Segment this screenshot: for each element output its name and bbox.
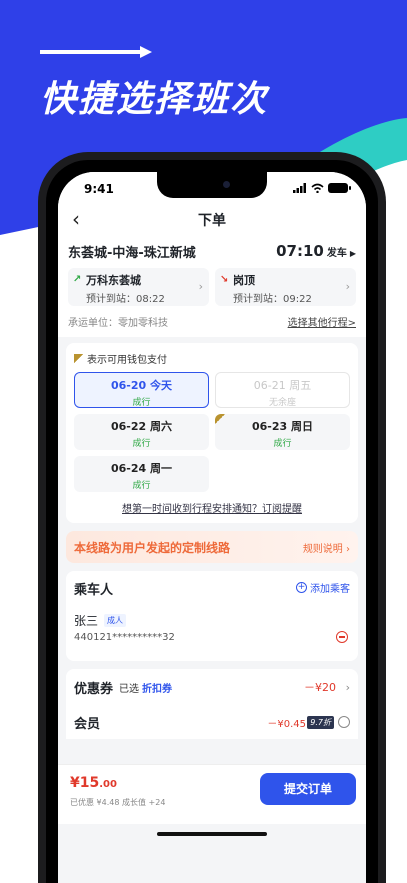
coupon-row[interactable]: 优惠券 已选 折扣券 －¥20 › [66,669,358,705]
date-label: 06-23 周日 [251,420,313,433]
date-option: 06-21 周五 无余座 [215,372,350,408]
wifi-icon [311,183,324,193]
status-icons [293,183,351,193]
date-option[interactable]: 06-22 周六 成行 [74,414,209,450]
alighting-eta: 预计到站：09:22 [233,294,312,305]
order-bar: ¥15.00 已优惠 ¥4.48 成长值 +24 提交订单 [58,764,366,824]
total-main: ¥15 [70,775,100,791]
phone-frame: 9:41 ‹ 下单 东荟城-中海-珠江新城 07:10 发车 ▶ ↗ 万科东荟城… [38,152,386,883]
arrow-up-right-icon: ↗ [73,274,82,285]
arrow-down-right-icon: ↘ [220,274,229,285]
boarding-eta: 预计到站：08:22 [86,294,165,305]
coupon-name: 折扣券 [142,683,173,695]
member-discount: －¥0.45 [267,718,306,730]
other-trips-link[interactable]: 选择其他行程> [288,314,356,329]
depart-label: 发车 [326,248,347,259]
boarding-station-name: 万科东荟城 [86,274,141,287]
date-grid: 06-20 今天 成行 06-21 周五 无余座 06-22 周六 成行 06-… [74,372,350,492]
boarding-station[interactable]: ↗ 万科东荟城 预计到站：08:22 › [68,268,209,306]
page-content: 东荟城-中海-珠江新城 07:10 发车 ▶ ↗ 万科东荟城 预计到站：08:2… [58,234,366,739]
battery-icon [328,183,351,193]
signal-icon [293,183,306,193]
date-status: 成行 [132,481,151,491]
member-badge: 9.7折 [307,715,334,729]
chevron-right-icon: › [345,280,350,293]
route-name: 东荟城-中海-珠江新城 [68,245,196,261]
passenger-card: 乘车人 + 添加乘客 张三 成人 440121**********32 [66,571,358,661]
wallet-tag-icon [74,354,83,363]
nav-bar: ‹ 下单 [58,204,366,234]
phone-bezel: 9:41 ‹ 下单 东荟城-中海-珠江新城 07:10 发车 ▶ ↗ 万科东荟城… [46,160,378,883]
alighting-station-name: 岗顶 [233,274,255,287]
passenger-name: 张三 [74,614,99,628]
member-row: 会员 －¥0.45 9.7折 [66,705,358,739]
date-label: 06-21 周五 [253,379,312,392]
member-radio[interactable] [338,716,350,728]
rules-link[interactable]: 规则说明 › [303,540,350,555]
app-screen: 9:41 ‹ 下单 东荟城-中海-珠江新城 07:10 发车 ▶ ↗ 万科东荟城… [58,172,366,883]
date-option[interactable]: 06-23 周日 成行 [215,414,350,450]
chevron-right-icon: › [345,680,350,694]
date-label: 06-22 周六 [110,420,172,433]
stations: ↗ 万科东荟城 预计到站：08:22 › ↘ 岗顶 预计到站：09:22 › [68,268,356,306]
date-option[interactable]: 06-24 周一 成行 [74,456,209,492]
date-status: 成行 [132,439,151,449]
add-passenger-label: 添加乘客 [310,584,350,595]
plus-circle-icon: + [296,582,307,593]
route-card: 东荟城-中海-珠江新城 07:10 发车 ▶ ↗ 万科东荟城 预计到站：08:2… [58,234,366,337]
passenger-id: 440121**********32 [74,632,175,643]
dates-card: 表示可用钱包支付 06-20 今天 成行 06-21 周五 无余座 06-22 … [66,343,358,523]
total-price: ¥15.00 [70,775,117,791]
notch [157,172,267,198]
banner-text: 本线路为用户发起的定制线路 [74,540,231,555]
caret-right-icon: ▶ [349,249,356,258]
date-option[interactable]: 06-20 今天 成行 [74,372,209,408]
promo-headline: 快捷选择班次 [40,79,269,120]
chevron-right-icon: › [198,280,203,293]
operator-label: 承运单位：零加零科技 [68,318,168,329]
passenger-item: 张三 成人 [74,612,350,629]
date-status: 无余座 [268,398,296,408]
coupon-amount: －¥20 [304,681,336,694]
camera-icon [223,181,230,188]
depart-info[interactable]: 07:10 发车 ▶ [276,242,356,260]
wallet-hint: 表示可用钱包支付 [74,351,350,366]
wallet-hint-text: 表示可用钱包支付 [87,355,167,366]
coupon-title: 优惠券 [74,681,114,697]
status-time: 9:41 [84,182,114,196]
remove-passenger-icon[interactable] [336,631,348,643]
date-label: 06-24 周一 [110,462,172,475]
date-status: 成行 [273,439,292,449]
coupon-selected-text: 已选 [119,683,140,695]
price-details: 已优惠 ¥4.48 成长值 +24 [70,798,166,807]
operator-row: 承运单位：零加零科技 选择其他行程> [68,314,356,329]
home-indicator [157,832,267,836]
subscribe-reminder-link[interactable]: 想第一时间收到行程安排通知？订阅提醒 [74,500,350,515]
wallet-tag-icon [215,414,225,424]
passenger-type-badge: 成人 [104,614,127,627]
total-decimal: .00 [99,779,117,790]
page-title: 下单 [198,213,226,229]
alighting-station[interactable]: ↘ 岗顶 预计到站：09:22 › [215,268,356,306]
submit-order-button[interactable]: 提交订单 [260,773,356,805]
date-label: 06-20 今天 [110,379,172,392]
custom-route-banner: 本线路为用户发起的定制线路 规则说明 › [66,531,358,563]
date-status: 成行 [132,398,151,408]
add-passenger-button[interactable]: + 添加乘客 [296,580,350,595]
member-title: 会员 [74,716,101,732]
depart-time: 07:10 [276,242,324,260]
